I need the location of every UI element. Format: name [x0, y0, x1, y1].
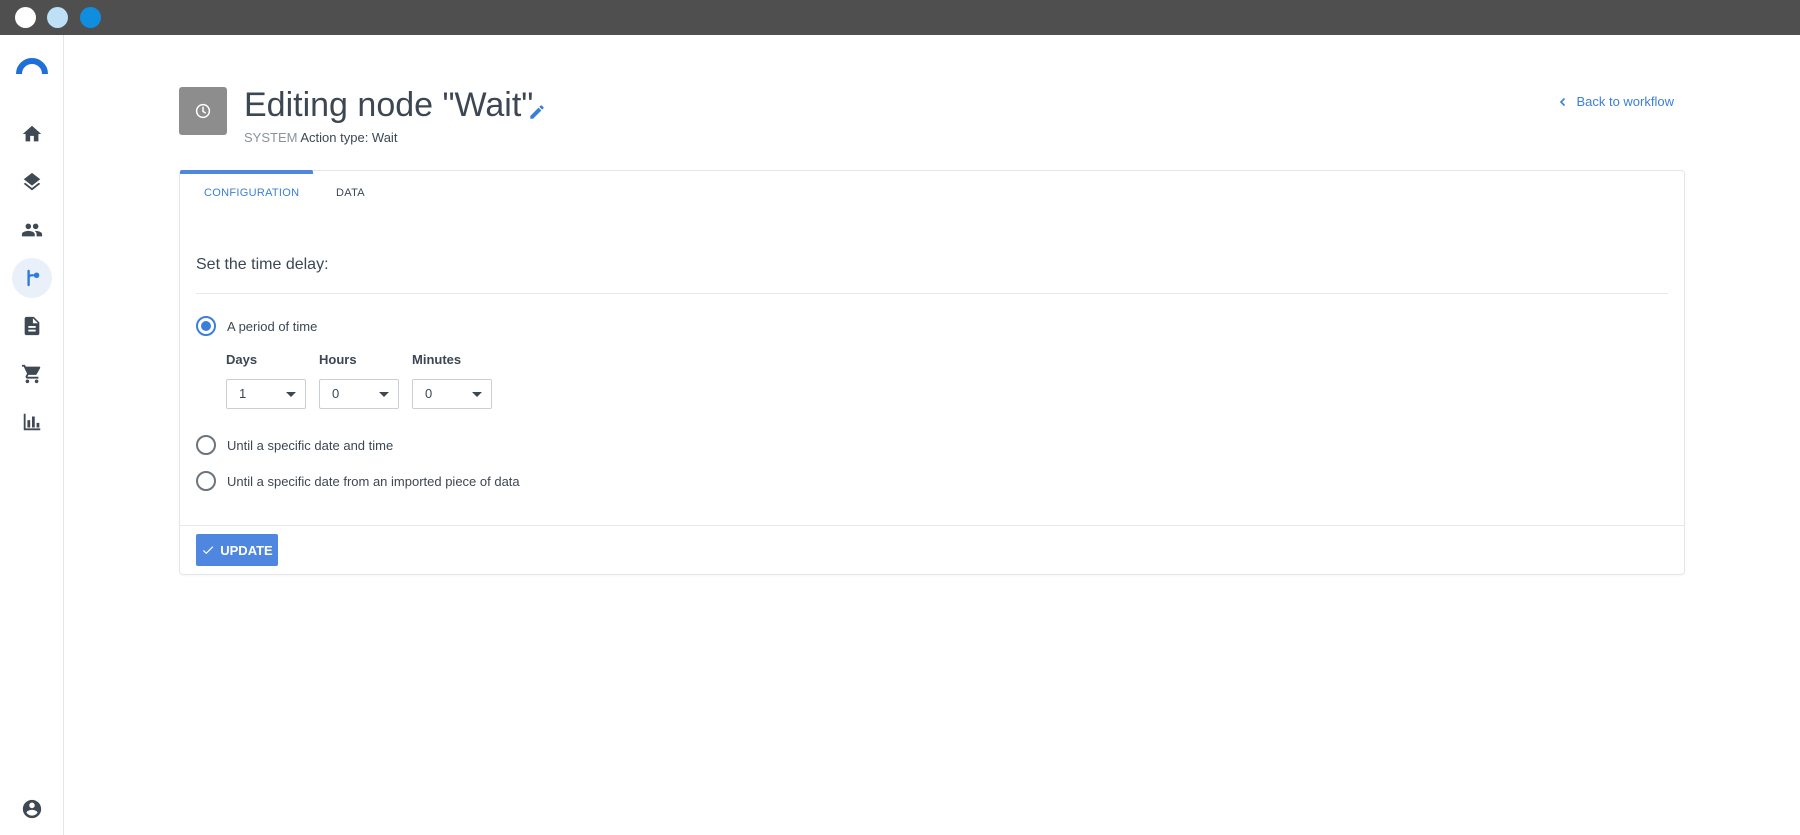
node-subtitle: SYSTEM Action type: Wait [244, 130, 397, 145]
app-logo[interactable] [16, 53, 48, 75]
days-label: Days [226, 352, 258, 367]
option-period-of-time[interactable]: A period of time [196, 316, 317, 336]
days-select[interactable]: 1 [226, 379, 306, 409]
hours-value: 0 [332, 386, 340, 401]
workflow-branch-icon [27, 269, 40, 287]
option-label: A period of time [227, 318, 318, 334]
sidebar-item-commerce[interactable] [12, 354, 52, 394]
back-to-workflow-link[interactable]: Back to workflow [1558, 94, 1674, 109]
sidebar-item-documents[interactable] [12, 306, 52, 346]
update-button[interactable]: UPDATE [196, 534, 278, 566]
section-divider [196, 293, 1668, 294]
radio-period-of-time[interactable] [196, 316, 216, 336]
people-icon [21, 223, 43, 237]
radio-imported-date[interactable] [196, 471, 216, 491]
radio-specific-date-time[interactable] [196, 435, 216, 455]
node-config-card: CONFIGURATION DATA Set the time delay: A… [179, 170, 1685, 575]
section-title: Set the time delay: [196, 256, 329, 273]
document-icon [24, 316, 40, 336]
minutes-value: 0 [425, 386, 433, 401]
caret-down-icon [472, 392, 482, 397]
page-title: Editing node "Wait" [244, 86, 534, 124]
pencil-edit-icon[interactable] [528, 103, 546, 121]
sidebar-item-layers[interactable] [12, 162, 52, 202]
hours-label: Hours [319, 352, 357, 367]
update-button-label: UPDATE [220, 542, 273, 558]
check-icon [203, 546, 214, 555]
window-titlebar [0, 0, 1800, 35]
minutes-select[interactable]: 0 [412, 379, 492, 409]
sidebar-item-workflows[interactable] [12, 258, 52, 298]
minutes-label: Minutes [412, 352, 462, 367]
window-close-button[interactable] [15, 7, 36, 28]
hours-select[interactable]: 0 [319, 379, 399, 409]
sidebar-item-account[interactable] [12, 789, 52, 829]
option-imported-date[interactable]: Until a specific date from an imported p… [196, 471, 520, 491]
system-tag: SYSTEM [244, 130, 298, 145]
back-link-label: Back to workflow [1576, 94, 1674, 109]
option-specific-date-time[interactable]: Until a specific date and time [196, 435, 393, 455]
days-value: 1 [239, 386, 247, 401]
layers-icon [23, 172, 41, 191]
caret-down-icon [286, 392, 296, 397]
active-tab-indicator [180, 170, 313, 174]
home-icon [22, 125, 42, 142]
caret-down-icon [379, 392, 389, 397]
chevron-left-icon [1560, 97, 1566, 106]
window-minimize-button[interactable] [47, 7, 68, 28]
option-label: Until a specific date from an imported p… [227, 473, 520, 489]
tab-data[interactable]: DATA [336, 187, 365, 199]
sidebar-item-reports[interactable] [12, 402, 52, 442]
cart-icon [21, 364, 41, 384]
bar-chart-icon [23, 413, 41, 431]
account-circle-icon [22, 799, 42, 819]
sidebar-item-contacts[interactable] [12, 210, 52, 250]
window-maximize-button[interactable] [80, 7, 101, 28]
node-type-badge [179, 87, 227, 135]
sidebar [0, 35, 64, 835]
card-footer-divider [180, 525, 1684, 526]
action-type-label: Action type: Wait [300, 130, 398, 145]
tab-configuration[interactable]: CONFIGURATION [204, 187, 299, 199]
option-label: Until a specific date and time [227, 437, 394, 453]
clock-icon [195, 103, 211, 119]
sidebar-item-home[interactable] [12, 114, 52, 154]
